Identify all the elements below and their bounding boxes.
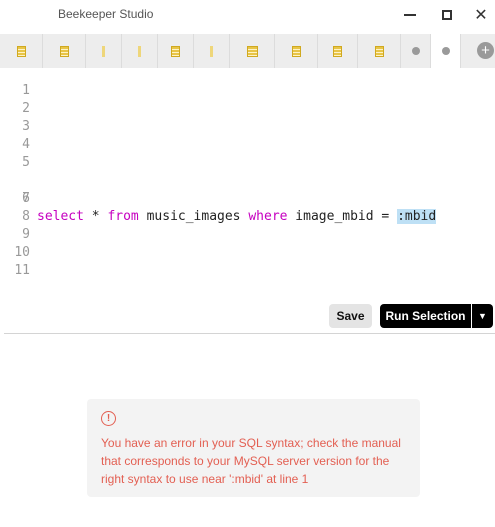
tab-table-6[interactable]	[318, 34, 358, 68]
tab-table-2[interactable]	[43, 34, 86, 68]
add-tab-button[interactable]: +	[477, 42, 494, 59]
line-number: 9	[22, 227, 30, 242]
tab-table-3[interactable]	[158, 34, 194, 68]
tab-untitled-2-active[interactable]	[431, 34, 461, 68]
editor-line: 8	[0, 208, 495, 226]
tab-query-1[interactable]	[86, 34, 122, 68]
line-number: 10	[14, 245, 30, 260]
line-number: 4	[22, 137, 30, 152]
line-number: 1	[22, 83, 30, 98]
tab-table-7[interactable]	[358, 34, 401, 68]
maximize-button[interactable]	[437, 5, 457, 25]
error-alert-icon: !	[101, 411, 116, 426]
line-number: 5	[22, 155, 30, 170]
minimize-icon	[404, 14, 416, 16]
query-icon	[138, 45, 141, 57]
dot-icon	[441, 47, 450, 55]
editor-line: 2	[0, 100, 495, 118]
query-icon	[102, 45, 105, 57]
line-number: 2	[22, 101, 30, 116]
dot-icon	[411, 47, 420, 55]
editor-line: 7	[0, 190, 495, 208]
tab-query-3[interactable]	[194, 34, 230, 68]
editor-line: 1	[0, 82, 495, 100]
editor-code-line[interactable]: 6 select * from music_images where image…	[0, 172, 495, 224]
title-bar: Beekeeper Studio ✕	[0, 0, 495, 30]
sql-editor[interactable]: 1 2 3 4 5 6 select * from music_images w…	[0, 68, 495, 298]
line-number: 11	[14, 263, 30, 278]
editor-line: 9	[0, 226, 495, 244]
error-message-text: You have an error in your SQL syntax; ch…	[101, 436, 401, 486]
editor-results-divider[interactable]	[4, 333, 495, 334]
app-title: Beekeeper Studio	[58, 7, 154, 21]
editor-line: 3	[0, 118, 495, 136]
table-icon	[59, 45, 69, 57]
table-icon	[333, 45, 342, 57]
chevron-down-icon: ▼	[478, 311, 487, 321]
tab-table-4[interactable]	[230, 34, 275, 68]
plus-icon: +	[481, 42, 490, 59]
minimize-button[interactable]	[400, 5, 420, 25]
table-icon	[291, 45, 301, 57]
editor-line: 11	[0, 262, 495, 280]
query-icon	[210, 45, 213, 57]
error-message-box: ! You have an error in your SQL syntax; …	[87, 399, 420, 497]
close-icon: ✕	[474, 7, 488, 24]
editor-line: 4	[0, 136, 495, 154]
table-icon	[16, 45, 26, 57]
tab-bar	[0, 34, 495, 68]
tab-untitled-1[interactable]	[401, 34, 431, 68]
table-icon	[246, 45, 258, 57]
run-options-dropdown[interactable]: ▼	[472, 304, 493, 328]
maximize-icon	[442, 10, 452, 20]
line-number: 3	[22, 119, 30, 134]
table-icon	[374, 45, 384, 57]
tab-table-1[interactable]	[0, 34, 43, 68]
close-button[interactable]: ✕	[471, 5, 491, 25]
tab-query-2[interactable]	[122, 34, 158, 68]
run-selection-button[interactable]: Run Selection	[380, 304, 471, 328]
line-number: 8	[22, 209, 30, 224]
editor-line: 10	[0, 244, 495, 262]
tab-table-5[interactable]	[275, 34, 318, 68]
line-number: 7	[22, 191, 30, 206]
save-button[interactable]: Save	[329, 304, 372, 328]
table-icon	[171, 45, 180, 57]
editor-line: 5	[0, 154, 495, 172]
